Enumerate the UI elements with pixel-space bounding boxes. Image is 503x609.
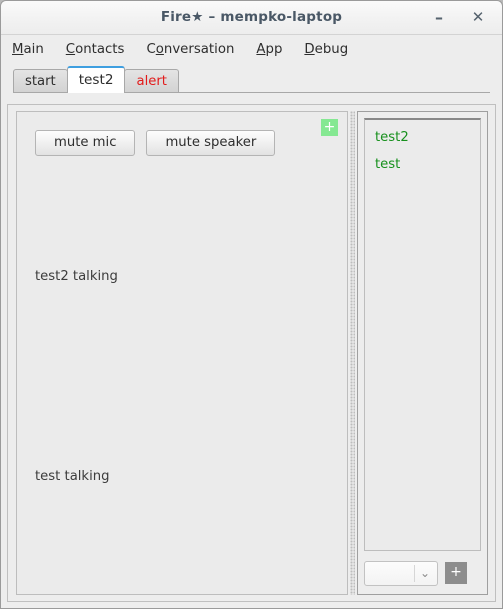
tab-start[interactable]: start (13, 69, 68, 93)
menu-item-main[interactable]: Main (12, 42, 44, 57)
menu-main-mnemonic: M (12, 41, 24, 57)
contact-list: test2 test (364, 118, 481, 551)
tab-alert[interactable]: alert (124, 69, 179, 93)
tab-strip: start test2 alert (1, 65, 502, 93)
splitter-grip-icon (350, 111, 355, 595)
menu-item-contacts[interactable]: Contacts (66, 42, 125, 57)
list-item[interactable]: test2 (375, 130, 480, 145)
mute-mic-button[interactable]: mute mic (35, 130, 136, 156)
menu-conversation-pre: C (146, 41, 156, 57)
list-item[interactable]: test (375, 157, 480, 172)
panel-splitter[interactable] (348, 105, 357, 601)
menu-item-debug[interactable]: Debug (304, 42, 348, 57)
menu-debug-mnemonic: D (304, 41, 315, 57)
menu-item-app[interactable]: App (256, 42, 282, 57)
menu-bar: Main Contacts Conversation App Debug (1, 35, 502, 63)
contacts-panel: test2 test ⌄ + (357, 111, 488, 595)
menu-contacts-mnemonic: C (65, 41, 76, 57)
menu-contacts-post: ontacts (75, 41, 125, 57)
contact-select-divider (414, 564, 415, 582)
menu-item-conversation[interactable]: Conversation (146, 42, 234, 57)
title-bar: Fire★ – mempko-laptop – ✕ (1, 1, 502, 35)
conversation-pane: mute mic mute speaker + test2 talking te… (8, 105, 348, 601)
window-title: Fire★ – mempko-laptop (160, 9, 343, 25)
menu-main-post: ain (23, 41, 44, 57)
tab-test2[interactable]: test2 (66, 66, 126, 93)
close-icon[interactable]: ✕ (470, 10, 486, 26)
conversation-toolbar: mute mic mute speaker (35, 130, 276, 156)
menu-conversation-mnemonic: o (155, 41, 164, 57)
conversation-panel: mute mic mute speaker + test2 talking te… (16, 111, 348, 595)
add-plus-icon[interactable]: + (321, 119, 338, 136)
content-area: mute mic mute speaker + test2 talking te… (7, 104, 496, 602)
contact-select[interactable]: ⌄ (364, 560, 438, 586)
chevron-down-icon: ⌄ (419, 565, 431, 580)
add-contact-button[interactable]: + (445, 562, 467, 584)
contacts-pane: test2 test ⌄ + (357, 105, 495, 601)
menu-conversation-post: nversation (163, 41, 235, 57)
minimize-icon[interactable]: – (431, 10, 447, 26)
mute-speaker-button[interactable]: mute speaker (146, 130, 276, 156)
application-window: Fire★ – mempko-laptop – ✕ Main Contacts … (0, 0, 503, 609)
menu-debug-post: ebug (314, 41, 349, 57)
contacts-footer: ⌄ + (364, 558, 481, 588)
message-test-talking: test talking (35, 469, 110, 484)
message-test2-talking: test2 talking (35, 269, 118, 284)
menu-app-post: pp (265, 41, 283, 57)
menu-app-mnemonic: A (256, 41, 266, 57)
